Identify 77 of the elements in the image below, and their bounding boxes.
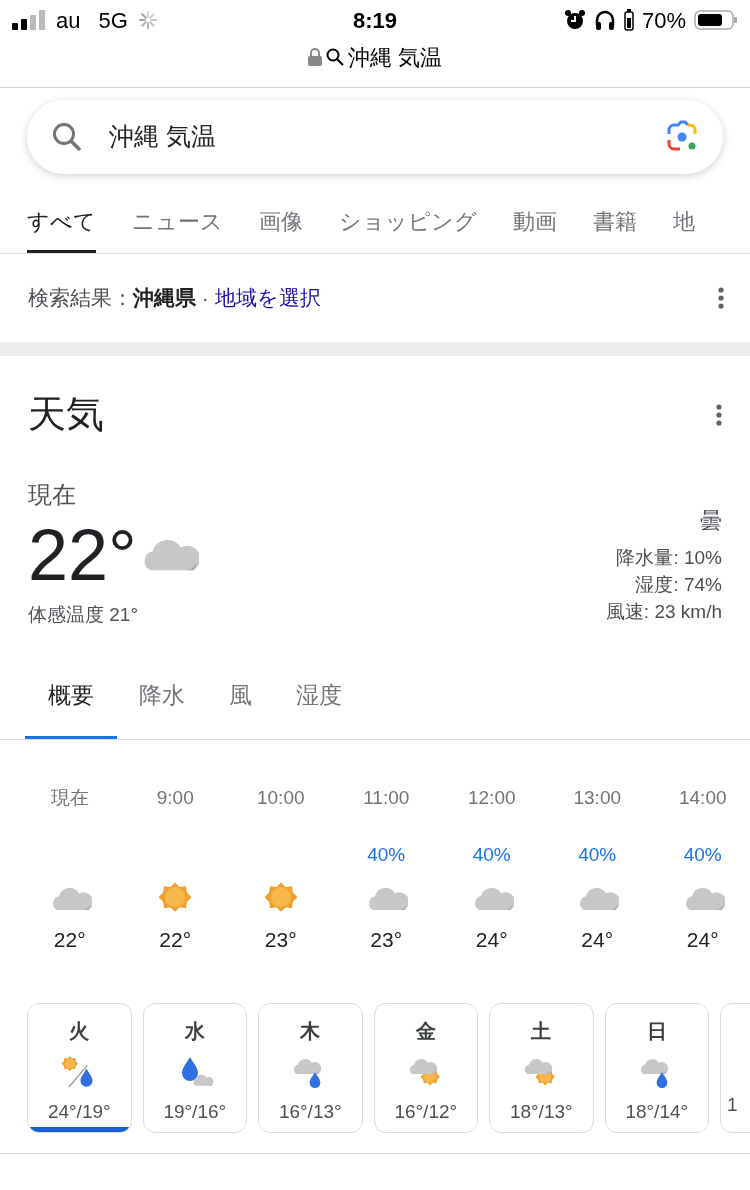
more-options-icon[interactable] [716, 403, 722, 426]
loading-spinner-icon [137, 10, 158, 30]
weekday-label: 火 [69, 1019, 90, 1044]
search-tab[interactable]: 動画 [513, 205, 557, 253]
hour-label: 14:00 [678, 785, 727, 810]
search-location-text: 検索結果：沖縄県 · 地域を選択 [28, 285, 321, 312]
clock-time: 8:19 [352, 6, 397, 35]
day-forecast-card[interactable]: 水 19°/16° [142, 1003, 247, 1133]
weekday-label: 日 [646, 1019, 667, 1044]
search-tab[interactable]: すべて [27, 205, 96, 253]
precipitation-chance: 40% [472, 843, 511, 867]
more-options-icon[interactable] [718, 287, 724, 309]
carrier-name: au [56, 6, 81, 35]
weather-detail: 風速: 23 km/h [605, 600, 722, 624]
hour-temperature: 24° [581, 926, 614, 953]
hour-temperature: 24° [686, 926, 719, 953]
current-label: 現在 [28, 480, 77, 510]
day-forecast-card[interactable]: 金 16°/12° [373, 1003, 478, 1133]
battery-percentage: 70% [641, 6, 686, 35]
weather-detail: 降水量: 10% [616, 546, 722, 570]
hour-label: 13:00 [573, 785, 621, 810]
hour-temperature: 24° [475, 926, 508, 953]
search-field[interactable]: 沖縄 気温 [27, 100, 723, 174]
day-temperature-range: 18°/14° [625, 1100, 689, 1124]
weather-tab[interactable]: 湿度 [274, 667, 364, 739]
weather-tab[interactable]: 風 [207, 667, 274, 739]
precipitation-chance: 40% [367, 843, 406, 867]
day-forecast-card[interactable]: 1 [720, 1003, 750, 1133]
day-temperature-range: 24°/19° [47, 1100, 111, 1124]
precipitation-chance: 40% [683, 843, 722, 867]
search-tab[interactable]: ニュース [132, 205, 223, 253]
hour-temperature: 22° [53, 926, 86, 953]
day-forecast-card[interactable]: 土 18°/13° [489, 1003, 594, 1133]
weather-tab[interactable]: 概要 [25, 667, 117, 739]
day-temperature-range: 1 [726, 1093, 738, 1117]
signal-icon [12, 10, 46, 30]
weather-condition: 曇 [700, 507, 722, 534]
day-temperature-range: 18°/13° [509, 1100, 573, 1124]
hour-label: 12:00 [467, 785, 516, 810]
hour-label: 11:00 [363, 785, 410, 810]
weather-tab[interactable]: 降水 [117, 667, 207, 739]
lock-icon [307, 48, 322, 66]
weather-detail: 湿度: 74% [635, 573, 722, 597]
search-icon [51, 121, 83, 153]
day-forecast-card[interactable]: 火 24°/19° [27, 1003, 132, 1133]
device-battery-icon [623, 9, 634, 31]
precipitation-chance: 40% [578, 843, 617, 867]
current-temperature: 22° [28, 515, 137, 595]
day-temperature-range: 19°/16° [163, 1100, 227, 1124]
alarm-clock-icon [563, 9, 586, 31]
weekday-label: 水 [184, 1019, 205, 1044]
search-tab[interactable]: 画像 [259, 205, 303, 253]
hour-temperature: 22° [159, 926, 192, 953]
search-tab[interactable]: 書籍 [593, 205, 637, 253]
hour-temperature: 23° [370, 926, 403, 953]
hour-label: 10:00 [256, 785, 305, 810]
day-temperature-range: 16°/12° [394, 1100, 458, 1124]
hour-label: 現在 [50, 785, 89, 810]
search-icon [325, 48, 344, 66]
weather-title: 天気 [28, 392, 104, 437]
weekday-label: 金 [415, 1019, 436, 1044]
address-bar-text[interactable]: 沖縄 気温 [347, 40, 443, 74]
search-tab[interactable]: 地 [673, 205, 695, 253]
weekday-label: 土 [531, 1019, 552, 1044]
weekday-label: 木 [300, 1019, 321, 1044]
network-type: 5G [98, 6, 128, 35]
battery-icon [694, 9, 738, 31]
hour-temperature: 23° [264, 926, 297, 953]
search-tab[interactable]: ショッピング [339, 205, 477, 253]
day-temperature-range: 16°/13° [278, 1100, 342, 1124]
select-region-link[interactable]: 地域を選択 [214, 286, 321, 310]
camera-lens-icon[interactable] [665, 120, 699, 154]
feels-like-temperature: 体感温度 21° [28, 603, 139, 627]
headphones-icon [593, 9, 616, 31]
day-forecast-card[interactable]: 木 16°/13° [258, 1003, 363, 1133]
hour-label: 9:00 [156, 785, 194, 810]
day-forecast-card[interactable]: 日 18°/14° [604, 1003, 709, 1133]
